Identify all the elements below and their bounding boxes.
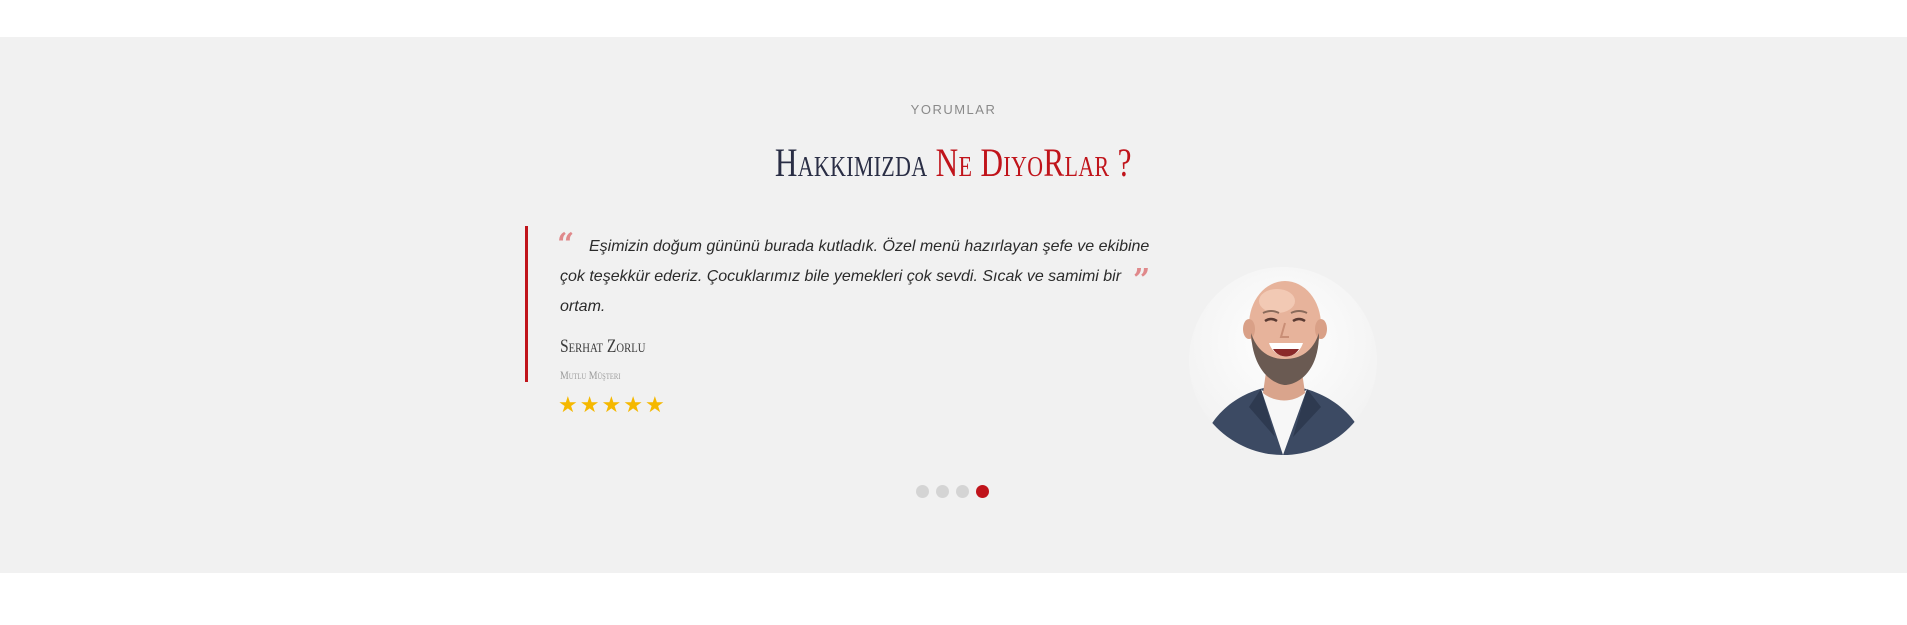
- carousel-dot-1[interactable]: [916, 485, 929, 498]
- quote-close-icon: ”: [1133, 263, 1151, 298]
- testimonials-section: YORUMLAR Hakkımızda Ne DiyoRlar ? “ Eşim…: [0, 37, 1907, 573]
- author-name: Serhat Zorlu: [560, 336, 646, 357]
- rating-stars: ★ ★ ★ ★ ★: [558, 394, 665, 416]
- carousel-dot-2[interactable]: [936, 485, 949, 498]
- heading-part-dark: Hakkımızda: [774, 140, 928, 185]
- carousel-dot-3[interactable]: [956, 485, 969, 498]
- carousel-pagination: [916, 485, 989, 498]
- star-icon: ★: [601, 392, 622, 417]
- star-icon: ★: [644, 392, 665, 417]
- star-icon: ★: [623, 392, 643, 417]
- carousel-dot-4[interactable]: [976, 485, 989, 498]
- author-role: Mutlu Müşteri: [560, 368, 621, 382]
- section-kicker: YORUMLAR: [910, 102, 997, 117]
- testimonial-card: “ Eşimizin doğum gününü burada kutladık.…: [525, 226, 1164, 416]
- customer-avatar: [1189, 267, 1377, 455]
- heading-part-accent: Ne DiyoRlar ?: [935, 140, 1132, 185]
- star-icon: ★: [558, 392, 578, 417]
- testimonial-quote: Eşimizin doğum gününü burada kutladık. Ö…: [560, 238, 1150, 315]
- customer-photo: [1199, 281, 1369, 455]
- star-icon: ★: [579, 392, 600, 417]
- section-heading: Hakkımızda Ne DiyoRlar ?: [210, 139, 1697, 186]
